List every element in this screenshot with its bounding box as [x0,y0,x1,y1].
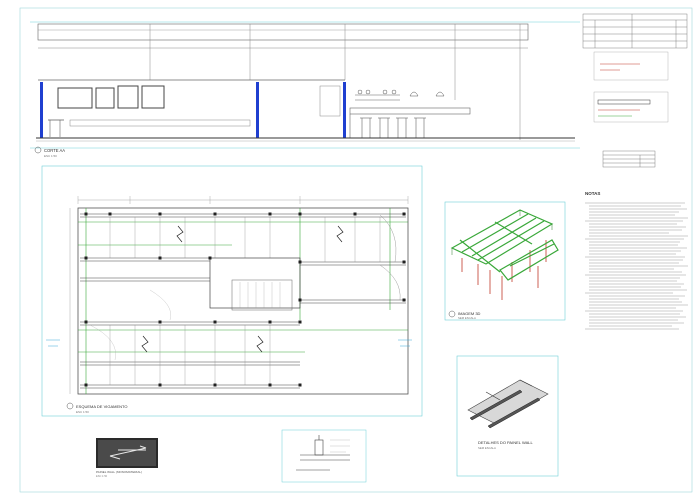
column-left [40,82,43,138]
section-scale: ESC 1:50 [44,154,57,158]
legend-table [582,13,688,49]
plan-scale: ESC 1:50 [76,410,89,414]
drawing-sheet: CORTE AA ESC 1:50 NOTAS ESQUEMA DE VIGAM… [19,7,693,493]
column-right [343,82,346,138]
legend-box [593,51,669,81]
framing-plan: ESQUEMA DE VIGAMENTO ESC 1:50 [41,165,423,417]
plan-title: ESQUEMA DE VIGAMENTO [76,404,128,409]
notes-title: NOTAS [585,191,600,196]
panel-wall: PAINEL WALL (MONOMATERIAL) ESC 1:50 [96,438,158,478]
detail-scale: SEM ESCALA [478,446,496,450]
notes-block: NOTAS [585,191,688,330]
spec-table [602,150,656,168]
connection-detail [281,429,367,483]
section-title: CORTE AA [44,148,65,153]
panel-label: PAINEL WALL (MONOMATERIAL) [96,470,142,474]
legend-box-2 [593,91,669,123]
view-3d: IMAGEM 3D SEM ESCALA [444,201,566,321]
view3d-scale: SEM ESCALA [458,316,476,320]
panel-detail: DETALHES DO PAINEL WALL SEM ESCALA [456,355,559,477]
panel-scale: ESC 1:50 [96,474,108,478]
detail-title: DETALHES DO PAINEL WALL [478,440,533,445]
sheet-border [19,7,693,493]
section-view: CORTE AA ESC 1:50 [30,21,580,158]
column-mid [256,82,259,138]
